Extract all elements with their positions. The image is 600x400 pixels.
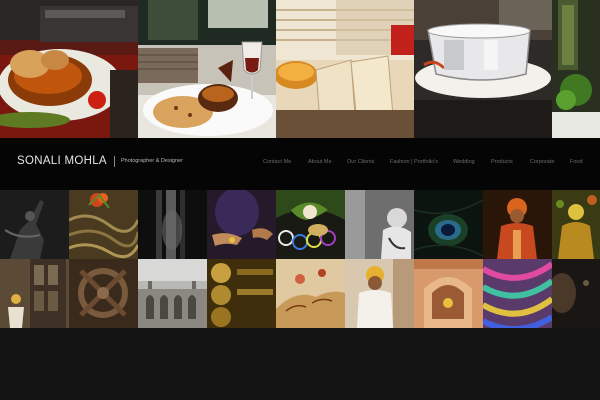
thumb-dancer-bw[interactable] bbox=[0, 190, 69, 259]
nav-item-wedding[interactable]: Wedding bbox=[453, 159, 475, 165]
nav-item-food[interactable]: Food bbox=[570, 159, 583, 165]
main-nav: Contact Me About Me Our Clients Fashion … bbox=[0, 159, 600, 169]
thumb-golden-objects[interactable] bbox=[207, 259, 276, 328]
hero-image-flatbread-wine[interactable] bbox=[138, 0, 276, 138]
thumb-curtain-dark[interactable] bbox=[138, 190, 207, 259]
gallery-grid bbox=[0, 190, 600, 328]
hero-image-wraps[interactable] bbox=[276, 0, 414, 138]
thumb-old-doorway[interactable] bbox=[0, 259, 69, 328]
nav-item-corporate[interactable]: Corporate bbox=[530, 159, 554, 165]
thumb-colorful-textile[interactable] bbox=[483, 259, 552, 328]
nav-item-fashion-portfolios[interactable]: Fashion | Portfolio's bbox=[390, 159, 438, 165]
thumb-rajasthani-man[interactable] bbox=[345, 259, 414, 328]
thumb-peacock-feather[interactable] bbox=[414, 190, 483, 259]
page-background bbox=[0, 328, 600, 400]
thumb-noodles-garnish[interactable] bbox=[69, 190, 138, 259]
site-header: SONALI MOHLA Photographer & Designer Con… bbox=[0, 138, 600, 190]
nav-item-about-me[interactable]: About Me bbox=[308, 159, 332, 165]
thumb-hands-purple[interactable] bbox=[207, 190, 276, 259]
hero-image-greens[interactable] bbox=[552, 0, 600, 138]
nav-item-products[interactable]: Products bbox=[491, 159, 513, 165]
thumb-palace-facade[interactable] bbox=[138, 259, 207, 328]
thumb-bangles-plate[interactable] bbox=[276, 190, 345, 259]
hero-image-steel-cup[interactable] bbox=[414, 0, 552, 138]
thumb-mehendi-hand[interactable] bbox=[276, 259, 345, 328]
hero-image-curry-bowl[interactable] bbox=[0, 0, 138, 138]
thumb-woman-bw[interactable] bbox=[345, 190, 414, 259]
thumb-carved-panel[interactable] bbox=[69, 259, 138, 328]
nav-item-contact-me[interactable]: Contact Me bbox=[263, 159, 291, 165]
thumb-festive-figure[interactable] bbox=[552, 190, 600, 259]
thumb-turban-man[interactable] bbox=[483, 190, 552, 259]
thumb-haveli-window[interactable] bbox=[414, 259, 483, 328]
thumb-dark-portrait[interactable] bbox=[552, 259, 600, 328]
hero-strip bbox=[0, 0, 600, 138]
nav-item-our-clients[interactable]: Our Clients bbox=[347, 159, 375, 165]
